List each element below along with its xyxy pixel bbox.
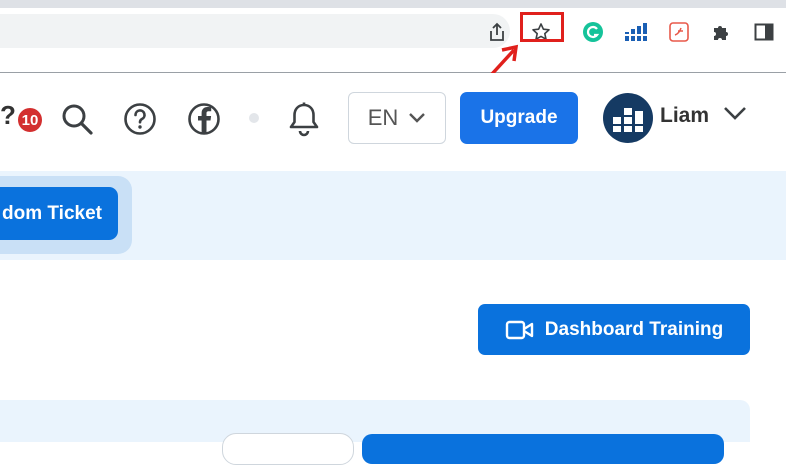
user-name[interactable]: Liam (660, 104, 709, 128)
avatar[interactable] (603, 93, 653, 143)
language-label: EN (367, 105, 399, 130)
star-highlight-box (520, 12, 564, 42)
dashboard-training-label: Dashboard Training (544, 318, 724, 340)
status-dot (249, 113, 259, 123)
puzzle-icon[interactable] (709, 20, 733, 44)
secondary-button-partial[interactable] (222, 433, 354, 465)
notification-count-badge: 10 (16, 106, 44, 134)
random-ticket-button[interactable]: dom Ticket (0, 187, 118, 240)
search-icon[interactable] (58, 100, 96, 138)
pdf-extension-icon[interactable] (667, 20, 691, 44)
chevron-down-icon (409, 113, 426, 123)
upgrade-button[interactable]: Upgrade (460, 92, 578, 144)
bell-icon[interactable] (284, 99, 324, 139)
help-icon[interactable] (121, 100, 159, 138)
chart-extension-icon[interactable] (623, 20, 649, 44)
sidepanel-icon[interactable] (752, 20, 776, 44)
dashboard-training-button[interactable]: Dashboard Training (478, 304, 750, 355)
help-glyph-partial: ? (0, 100, 16, 130)
video-camera-icon (505, 320, 533, 339)
address-bar[interactable] (0, 14, 510, 48)
share-icon[interactable] (485, 20, 509, 44)
grammarly-icon[interactable] (581, 20, 605, 44)
avatar-logo-icon (613, 108, 643, 132)
facebook-icon[interactable] (185, 100, 223, 138)
user-menu-chevron-icon[interactable] (722, 104, 748, 127)
language-select[interactable]: EN (348, 92, 446, 144)
primary-button-partial[interactable] (362, 434, 724, 464)
browser-tabstrip (0, 0, 786, 8)
